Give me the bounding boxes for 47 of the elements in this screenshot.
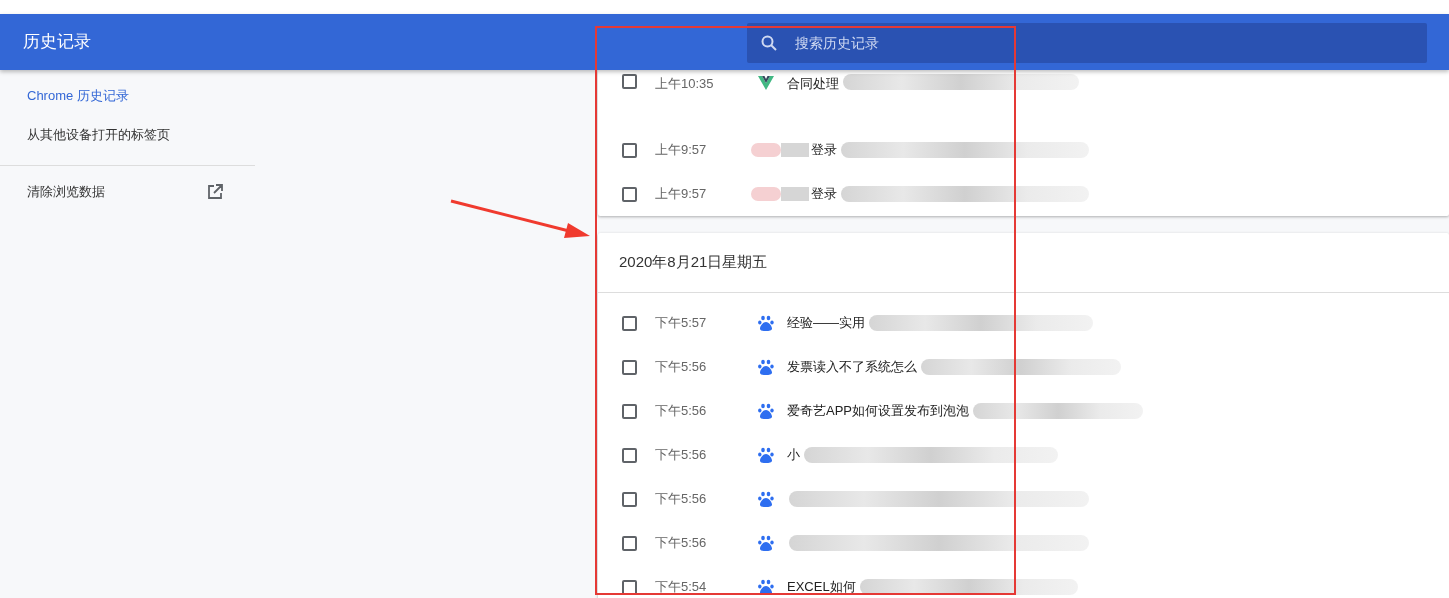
clear-data-link[interactable]: 清除浏览数据 xyxy=(27,181,105,202)
time-label: 下午5:56 xyxy=(655,446,708,465)
paw-icon xyxy=(757,578,775,596)
page-title: 历史记录 xyxy=(22,31,92,54)
paw-icon xyxy=(757,490,775,508)
sidebar-item[interactable]: 从其他设备打开的标签页 xyxy=(0,115,255,155)
external-link-icon[interactable] xyxy=(207,183,223,200)
paw-icon xyxy=(757,358,775,376)
time-label: 下午5:56 xyxy=(655,534,708,553)
page-title-link[interactable]: 经验——实用 xyxy=(787,313,865,333)
checkbox[interactable] xyxy=(622,403,637,419)
page-title-link[interactable]: 发票读入不了系统怎么 xyxy=(787,357,917,377)
page-title-link[interactable]: 小 xyxy=(787,445,800,465)
time-label: 下午5:56 xyxy=(655,402,708,421)
time-label: 下午5:54 xyxy=(655,578,708,597)
sidebar-item[interactable]: Chrome 历史记录 xyxy=(0,76,255,116)
paw-icon xyxy=(757,534,775,552)
time-label: 下午5:57 xyxy=(655,314,708,333)
blurred-icon xyxy=(751,141,811,159)
checkbox[interactable] xyxy=(622,447,637,463)
page-title-link[interactable]: 合同处理 xyxy=(787,74,839,94)
time-label: 上午9:57 xyxy=(655,141,708,160)
checkbox[interactable] xyxy=(622,535,637,551)
checkbox[interactable] xyxy=(622,491,637,507)
blurred-icon xyxy=(751,185,811,203)
paw-icon xyxy=(757,402,775,420)
checkbox[interactable] xyxy=(622,579,637,595)
page-title-link[interactable]: 登录 xyxy=(811,184,837,204)
search-icon xyxy=(761,35,777,51)
paw-icon xyxy=(757,446,775,464)
page-title-link[interactable]: EXCEL如何 xyxy=(787,577,856,597)
checkbox[interactable] xyxy=(622,359,637,375)
time-label: 下午5:56 xyxy=(655,490,708,509)
paw-icon xyxy=(757,314,775,332)
checkbox[interactable] xyxy=(622,315,637,331)
checkbox[interactable] xyxy=(622,186,637,202)
search-bar[interactable]: 搜索历史记录 xyxy=(747,23,1427,63)
checkbox[interactable] xyxy=(622,142,637,158)
search-field[interactable]: 搜索历史记录 xyxy=(793,31,1393,55)
page-title-link[interactable]: 登录 xyxy=(811,140,837,160)
checkbox[interactable] xyxy=(622,74,637,89)
v-logo-icon xyxy=(757,74,775,92)
time-label: 下午5:56 xyxy=(655,358,708,377)
time-label: 上午10:35 xyxy=(655,75,715,93)
page-title-link[interactable]: 爱奇艺APP如何设置发布到泡泡 xyxy=(787,401,969,421)
time-label: 上午9:57 xyxy=(655,185,708,204)
date-heading: 2020年8月21日星期五 xyxy=(598,233,1449,293)
